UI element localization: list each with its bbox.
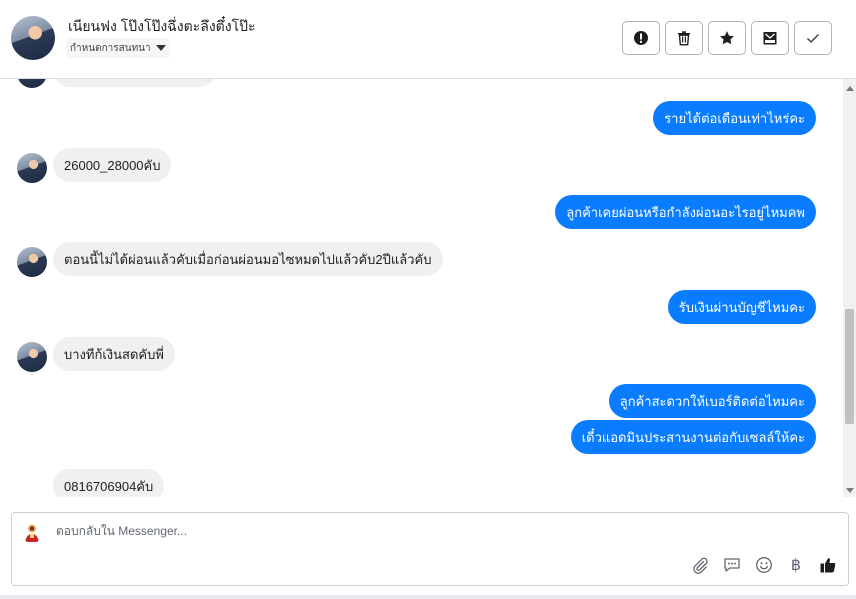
smiley-icon bbox=[756, 557, 772, 573]
customer-avatar bbox=[17, 342, 47, 372]
message-bubble-incoming: ตอนนี้ไม่ได้ผ่อนแล้วคับเมื่อก่อนผ่อนมอไซ… bbox=[53, 242, 443, 276]
reply-input[interactable] bbox=[56, 524, 656, 538]
message-bubble-outgoing: ลูกค้าเคยผ่อนหรือกำลังผ่อนอะไรอยู่ไหมคพ bbox=[555, 195, 816, 229]
scroll-up-arrow-icon[interactable] bbox=[846, 86, 854, 91]
message-bubble-outgoing: ลูกค้าสะดวกให้เบอร์ติดต่อไหมคะ bbox=[608, 384, 816, 418]
like-button[interactable] bbox=[817, 554, 839, 576]
thread-scrollbar[interactable] bbox=[843, 79, 856, 497]
star-icon bbox=[720, 31, 734, 45]
scrollbar-thumb[interactable] bbox=[845, 309, 854, 424]
message-bubble-incoming: 26000_28000คับ bbox=[53, 148, 172, 182]
bottom-divider bbox=[0, 595, 856, 599]
message-thread: รายได้ต่อเดือนเท่าไหร่คะ 26000_28000คับ … bbox=[0, 79, 843, 497]
attachment-button[interactable] bbox=[689, 554, 711, 576]
baht-icon: ฿ bbox=[790, 557, 802, 574]
reply-composer: ฿ bbox=[11, 512, 849, 586]
customer-avatar bbox=[17, 79, 47, 88]
message-bubble-outgoing: เดี๋วแอดมินประสานงานต่อกับเซลล์ให้คะ bbox=[570, 420, 816, 454]
customer-avatar bbox=[17, 247, 47, 277]
scroll-down-arrow-icon[interactable] bbox=[846, 488, 854, 493]
conversation-header: เนียนฟง โป๊งโป๊งฉึ่งตะลึงตึ๋งโป๊ะ กำหนดก… bbox=[0, 0, 856, 79]
message-bubble-incoming: 0816706904คับ bbox=[53, 469, 165, 497]
header-actions bbox=[622, 21, 832, 55]
page-logo-icon bbox=[21, 521, 43, 543]
mark-spam-button[interactable] bbox=[622, 21, 660, 55]
payment-button[interactable]: ฿ bbox=[785, 554, 807, 576]
alert-circle-icon bbox=[634, 31, 648, 45]
archive-button[interactable] bbox=[751, 21, 789, 55]
conversation-status-label: กำหนดการสนทนา bbox=[70, 42, 151, 54]
trash-icon bbox=[678, 31, 690, 46]
message-bubble-incoming: บางทีก้เงินสดคับพี่ bbox=[53, 337, 175, 371]
emoji-button[interactable] bbox=[753, 554, 775, 576]
star-button[interactable] bbox=[708, 21, 746, 55]
message-bubble-incoming bbox=[53, 79, 216, 87]
delete-button[interactable] bbox=[665, 21, 703, 55]
caret-down-icon bbox=[155, 45, 166, 51]
checkmark-icon bbox=[806, 33, 820, 44]
archive-mail-icon bbox=[763, 32, 777, 45]
customer-avatar bbox=[17, 153, 47, 183]
thumbs-up-icon bbox=[820, 558, 836, 573]
page-avatar bbox=[21, 521, 43, 543]
chat-bubble-icon bbox=[724, 558, 740, 572]
contact-avatar[interactable] bbox=[11, 16, 55, 60]
message-bubble-outgoing: รายได้ต่อเดือนเท่าไหร่คะ bbox=[653, 101, 816, 135]
mark-done-button[interactable] bbox=[794, 21, 832, 55]
message-bubble-outgoing: รับเงินผ่านบัญชีไหมคะ bbox=[667, 290, 816, 324]
saved-reply-button[interactable] bbox=[721, 554, 743, 576]
composer-tools: ฿ bbox=[689, 554, 839, 576]
contact-name[interactable]: เนียนฟง โป๊งโป๊งฉึ่งตะลึงตึ๋งโป๊ะ bbox=[68, 16, 256, 38]
paperclip-icon bbox=[693, 557, 708, 574]
conversation-status-dropdown[interactable]: กำหนดการสนทนา bbox=[66, 38, 170, 58]
